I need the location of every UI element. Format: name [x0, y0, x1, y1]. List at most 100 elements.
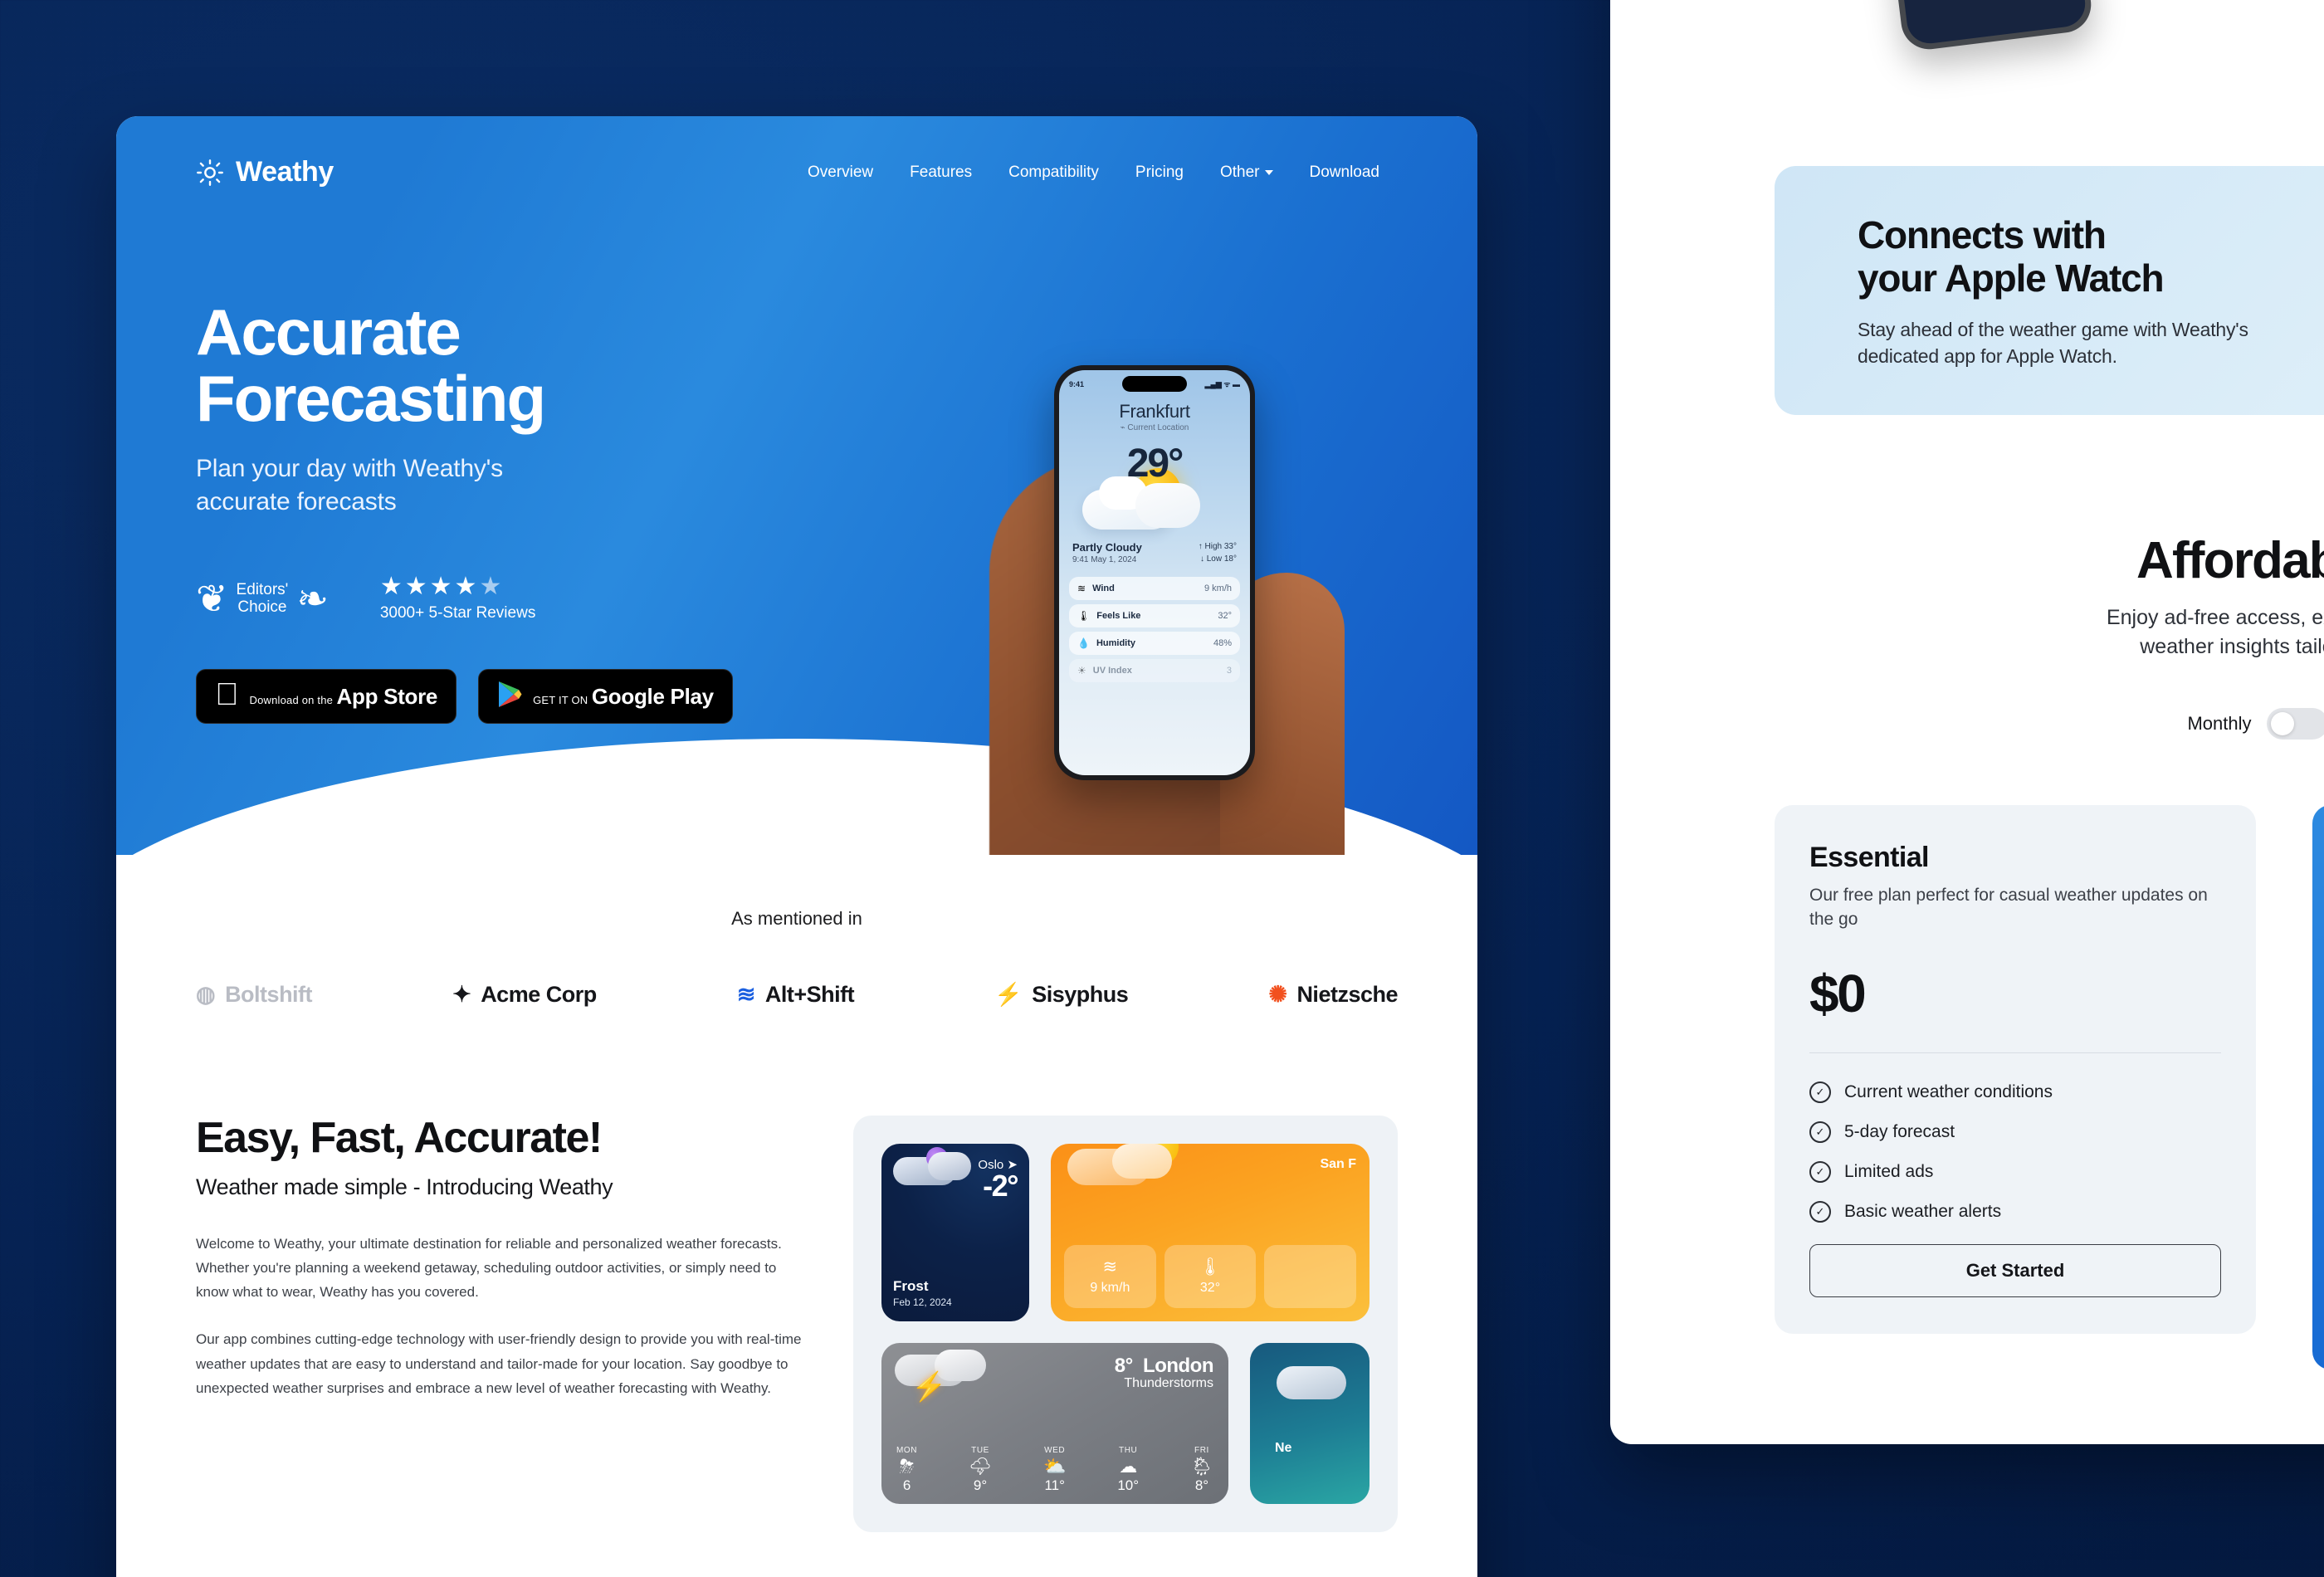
nav-link-pricing[interactable]: Pricing	[1135, 164, 1184, 182]
hero-subtitle-line1: Plan your day with Weathy's	[196, 454, 503, 482]
phone-metric-feels-like: 🌡 Feels Like 32°	[1069, 604, 1240, 627]
phone-screen: 9:41 ▂▄▆ ᯤ ▬ Frankfurt ⌁ Current Locatio…	[1059, 370, 1250, 775]
brand-label: Nietzsche	[1296, 981, 1398, 1007]
nav-link-other[interactable]: Other	[1220, 164, 1273, 182]
check-circle-icon: ✓	[1809, 1081, 1831, 1103]
hero-subtitle: Plan your day with Weathy's accurate for…	[196, 452, 777, 519]
weather-card-oslo: Oslo ➤ -2° Frost Feb 12, 2024	[881, 1144, 1029, 1321]
four-point-star-icon: ✦	[452, 981, 471, 1007]
plan-feature-label: Limited ads	[1844, 1161, 1934, 1181]
brand-label: Alt+Shift	[764, 981, 855, 1007]
nav-links: Overview Features Compatibility Pricing …	[808, 164, 1379, 182]
apple-watch-title-line2: your Apple Watch	[1858, 256, 2165, 300]
forecast-day: MON ⛈ 6	[896, 1446, 917, 1495]
brand-logo-acme-corp: ✦ Acme Corp	[452, 982, 597, 1008]
london-condition: Thunderstorms	[1124, 1376, 1213, 1390]
easy-subheading: Weather made simple - Introducing Weathy	[196, 1174, 613, 1199]
uv-icon: ☀	[1077, 665, 1086, 676]
metric-value: 3	[1226, 666, 1232, 676]
phone-notch	[1122, 376, 1187, 392]
pricing-heading: Affordable	[2136, 532, 2324, 589]
hero-phone-mockup: 9:41 ▂▄▆ ᯤ ▬ Frankfurt ⌁ Current Locatio…	[989, 365, 1378, 855]
brand-logo[interactable]: Weathy	[196, 156, 334, 188]
wind-icon: ≋	[1077, 583, 1086, 594]
plan-price-essential: $0	[1809, 963, 1867, 1023]
google-play-icon	[497, 681, 522, 712]
app-store-button[interactable]:  Download on the App Store	[196, 669, 457, 725]
metric-value: 32°	[1218, 611, 1232, 621]
apple-icon: 	[215, 679, 239, 710]
left-page-panel: Weathy Overview Features Compatibility P…	[116, 116, 1477, 1577]
chevron-down-icon	[1264, 169, 1273, 175]
check-circle-icon: ✓	[1809, 1160, 1831, 1183]
google-play-button[interactable]: GET IT ON Google Play	[478, 669, 733, 725]
brand-label: Boltshift	[225, 981, 313, 1007]
store-buttons:  Download on the App Store	[196, 669, 777, 725]
hero-section: Weathy Overview Features Compatibility P…	[116, 116, 1477, 855]
nav-link-overview[interactable]: Overview	[808, 164, 873, 182]
green-bolt-icon: ⚡	[994, 982, 1023, 1007]
plan-card-essential: Essential Our free plan perfect for casu…	[1775, 805, 2256, 1334]
google-play-small-label: GET IT ON	[509, 693, 588, 706]
plan-price-row-essential: $0	[1809, 963, 2221, 1023]
billing-toggle-row: Monthly	[1610, 708, 2324, 740]
lightning-bolt-icon: ⚡	[911, 1371, 947, 1403]
mentioned-in-title: As mentioned in	[731, 908, 862, 929]
partly-sunny-icon: ⛅	[1042, 1455, 1067, 1477]
brand-logo-alt-shift: ≋ Alt+Shift	[737, 981, 855, 1008]
weather-card-san-francisco: San F ≋ 9 km/h 🌡 32°	[1051, 1144, 1370, 1321]
nav-link-download[interactable]: Download	[1310, 164, 1380, 182]
brand-logo-boltshift: ◍ Boltshift	[196, 981, 313, 1008]
laurel-left-icon: ❦	[196, 576, 228, 620]
sf-metric-value: 32°	[1199, 1280, 1221, 1295]
plan-feature-label: 5-day forecast	[1844, 1121, 1955, 1141]
day-name: FRI	[1194, 1445, 1209, 1455]
plan-feature: ✓ Limited ads	[1809, 1160, 2221, 1183]
app-store-large-label: App Store	[313, 683, 438, 709]
san-francisco-city: San F	[1320, 1157, 1356, 1171]
get-started-button[interactable]: Get Started	[1809, 1243, 2221, 1297]
phone-condition: Partly Cloudy	[1072, 541, 1142, 554]
plan-feature-label: Basic weather alerts	[1844, 1201, 2002, 1221]
bolt-circle-icon: ◍	[196, 981, 216, 1007]
hero-title-line1: Accurate	[196, 295, 461, 369]
sun-icon	[196, 159, 224, 187]
plan-feature-label: Current weather conditions	[1844, 1081, 2053, 1101]
rain-storm-icon: ⛈	[899, 1455, 915, 1477]
london-forecast-days: MON ⛈ 6 TUE 🌩 9° WED ⛅ 11° THU ☁ 10° FRI…	[896, 1446, 1213, 1495]
billing-toggle-switch[interactable]	[2266, 708, 2324, 740]
hero-copy: Accurate Forecasting Plan your day with …	[196, 299, 777, 725]
hero-title: Accurate Forecasting	[196, 299, 777, 432]
mentioned-in-section: As mentioned in ◍ Boltshift ✦ Acme Corp …	[116, 855, 1477, 1008]
easy-heading: Easy, Fast, Accurate!	[196, 1114, 603, 1162]
star-half-icon: ★	[479, 573, 505, 601]
editors-choice-badge: ❦ Editors' Choice ❧	[196, 576, 329, 620]
forecast-day: TUE 🌩 9°	[969, 1446, 992, 1495]
nav-link-compatibility[interactable]: Compatibility	[1008, 164, 1099, 182]
metric-value: 9 km/h	[1204, 583, 1232, 593]
metric-label: Humidity	[1096, 638, 1136, 648]
cloud-second-graphic-icon	[1135, 483, 1200, 528]
london-temp-city: 8° London	[1115, 1355, 1214, 1378]
phone-temperature: 29°	[1126, 442, 1184, 486]
forecast-day: FRI 🌦 8°	[1190, 1446, 1213, 1495]
weather-cards-panel: Oslo ➤ -2° Frost Feb 12, 2024 San F ≋ 9 …	[853, 1116, 1398, 1532]
sf-metric-third	[1264, 1245, 1357, 1308]
apple-watch-desc-line2: dedicated app for Apple Watch.	[1858, 344, 2117, 367]
thermometer-icon: 🌡	[1077, 610, 1091, 622]
easy-text-column: Easy, Fast, Accurate! Weather made simpl…	[196, 1116, 810, 1532]
apple-watch-title: Connects with your Apple Watch	[1858, 213, 2324, 300]
pricing-plans: Essential Our free plan perfect for casu…	[1775, 805, 2324, 1370]
oslo-temperature: -2°	[983, 1169, 1018, 1203]
laurel-right-icon: ❧	[296, 576, 329, 620]
nav-link-features[interactable]: Features	[910, 164, 972, 182]
check-circle-icon: ✓	[1809, 1120, 1831, 1143]
metric-label: Feels Like	[1096, 611, 1141, 621]
weather-card-london: ⚡ 8° London Thunderstorms MON ⛈ 6 TUE 🌩 …	[881, 1343, 1228, 1504]
phone-metric-wind: ≋ Wind 9 km/h	[1069, 577, 1240, 600]
oslo-date: Feb 12, 2024	[893, 1296, 952, 1308]
hero-title-line2: Forecasting	[196, 362, 546, 436]
editors-choice-line2: Choice	[237, 598, 287, 617]
phone-low: ↓ Low 18°	[1199, 554, 1237, 564]
hero-subtitle-line2: accurate forecasts	[196, 487, 397, 515]
